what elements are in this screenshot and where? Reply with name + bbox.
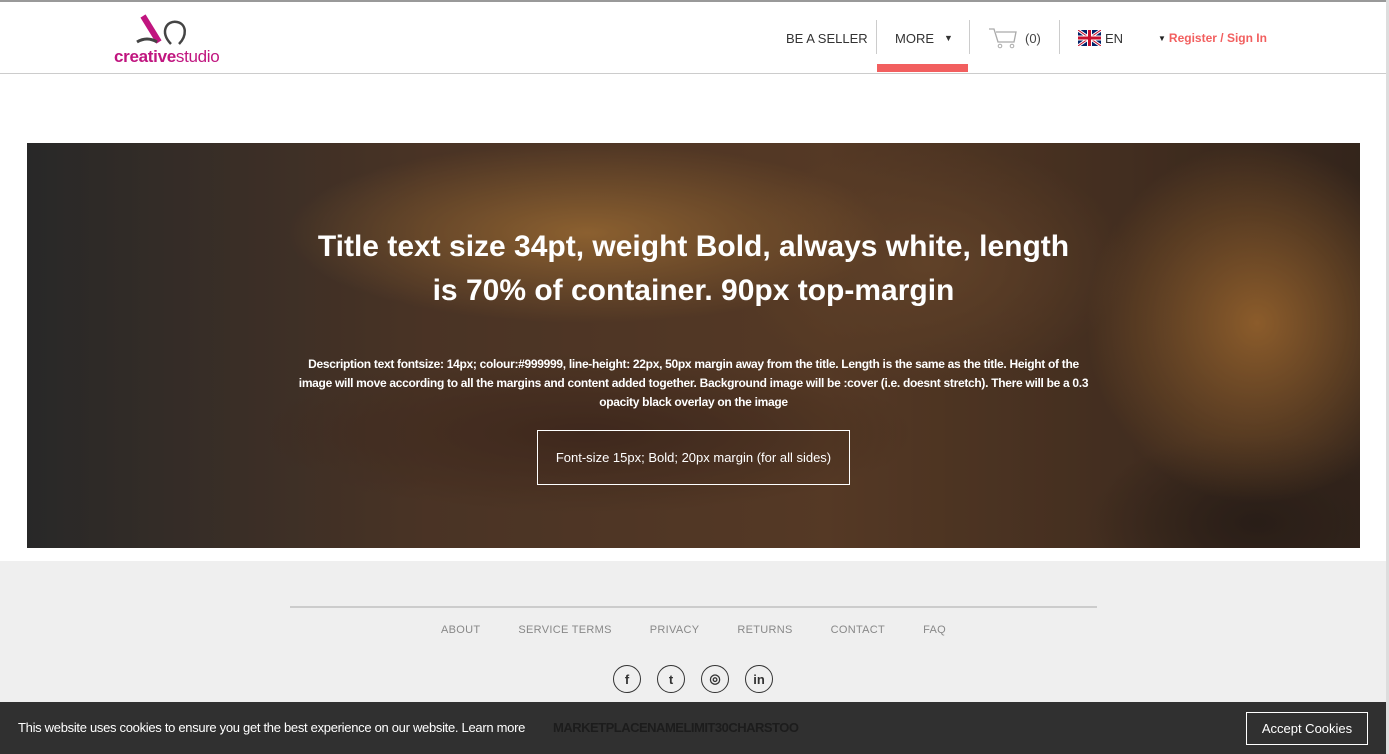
register-sign-in-link[interactable]: ▼ Register / Sign In [1158,2,1267,74]
footer-link-privacy[interactable]: PRIVACY [650,624,700,636]
hero-overlay [27,143,1360,548]
instagram-icon[interactable]: ◎ [701,665,729,693]
hero-title: Title text size 34pt, weight Bold, alway… [317,230,1070,307]
marketplace-name: MARKETPLACENAMELIMIT30CHARSTOO [553,720,799,735]
footer-link-faq[interactable]: FAQ [923,624,946,636]
logo[interactable]: creativestudio [114,12,239,67]
footer-link-contact[interactable]: CONTACT [831,624,885,636]
language-selector[interactable]: EN [1078,2,1123,74]
divider [969,20,970,54]
hero-banner: Title text size 34pt, weight Bold, alway… [27,143,1360,548]
be-a-seller-link[interactable]: BE A SELLER [786,2,868,74]
caret-down-icon: ▼ [1158,33,1166,43]
learn-more-link[interactable]: Learn more [462,720,526,735]
logo-brush-icon [136,14,186,45]
footer-links: ABOUT SERVICE TERMS PRIVACY RETURNS CONT… [290,624,1097,636]
cart-button[interactable]: (0) [988,2,1041,74]
footer-link-service-terms[interactable]: SERVICE TERMS [518,624,611,636]
footer-link-about[interactable]: ABOUT [441,624,480,636]
twitter-icon[interactable]: t [657,665,685,693]
divider [1059,20,1060,54]
active-indicator [877,64,968,72]
hero-description: Description text fontsize: 14px; colour:… [298,357,1089,409]
cookie-banner: This website uses cookies to ensure you … [0,702,1389,754]
linkedin-icon[interactable]: in [745,665,773,693]
header: creativestudio BE A SELLER MORE ▼ (0) EN … [0,2,1389,74]
footer-divider [290,606,1097,608]
divider [876,20,877,54]
uk-flag-icon [1078,30,1101,46]
facebook-icon[interactable]: f [613,665,641,693]
hero-cta-button[interactable]: Font-size 15px; Bold; 20px margin (for a… [537,430,850,485]
cart-icon [989,28,1017,49]
footer-link-returns[interactable]: RETURNS [737,624,792,636]
accept-cookies-button[interactable]: Accept Cookies [1246,712,1368,745]
cookie-message: This website uses cookies to ensure you … [18,720,526,735]
caret-down-icon: ▼ [944,33,953,43]
logo-text: creativestudio [114,47,220,66]
